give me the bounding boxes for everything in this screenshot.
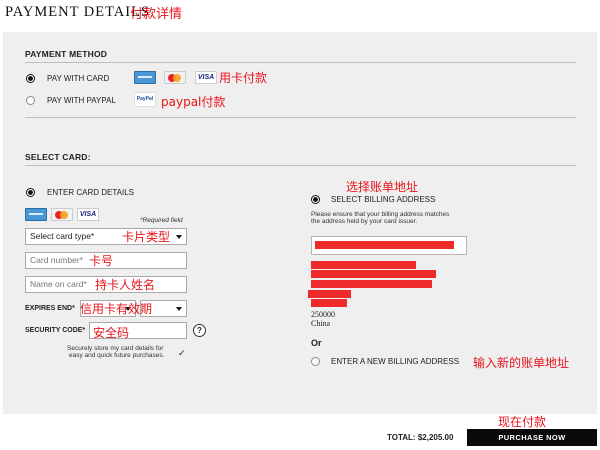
expires-end-annotation: 信用卡有效期: [80, 302, 153, 316]
billing-notice-line1: Please ensure that your billing address …: [311, 211, 450, 218]
pay-with-paypal-radio[interactable]: [26, 96, 35, 105]
billing-address-select[interactable]: [311, 236, 467, 255]
amex-icon: [134, 71, 156, 84]
pay-with-card-label[interactable]: PAY WITH CARD: [47, 74, 109, 83]
new-billing-address-radio[interactable]: [311, 357, 320, 366]
redacted-address: [308, 290, 351, 298]
purchase-now-button[interactable]: PURCHASE NOW: [467, 429, 597, 446]
enter-card-details-radio[interactable]: [26, 188, 35, 197]
chevron-down-icon: [176, 307, 182, 311]
enter-card-details-label[interactable]: ENTER CARD DETAILS: [47, 188, 134, 197]
select-billing-address-label[interactable]: SELECT BILLING ADDRESS: [331, 195, 435, 204]
page-title: PAYMENT DETAILS: [5, 4, 151, 20]
store-card-note-line1: Securely store my card details for: [67, 345, 164, 352]
redacted-address: [311, 299, 347, 307]
help-icon[interactable]: ?: [193, 324, 206, 337]
pay-with-paypal-annotation: paypal付款: [161, 95, 226, 109]
redacted-address: [311, 261, 416, 269]
divider: [25, 62, 576, 63]
mastercard-icon: [164, 71, 186, 84]
pay-with-card-radio[interactable]: [26, 74, 35, 83]
required-field-note: *Required field: [140, 217, 183, 224]
store-card-checkbox[interactable]: ✓: [178, 348, 186, 359]
country: China: [311, 319, 331, 328]
pay-with-paypal-label[interactable]: PAY WITH PAYPAL: [47, 96, 116, 105]
divider: [25, 165, 576, 166]
divider: [25, 117, 576, 118]
payment-method-heading: PAYMENT METHOD: [25, 49, 108, 59]
select-billing-address-radio[interactable]: [311, 195, 320, 204]
redacted-address: [315, 241, 454, 249]
purchase-annotation: 现在付款: [498, 415, 547, 429]
select-card-heading: SELECT CARD:: [25, 152, 91, 162]
mastercard-icon: [51, 208, 73, 221]
store-card-note-line2: easy and quick future purchases.: [69, 352, 165, 359]
visa-icon: VISA: [195, 71, 217, 84]
visa-icon: VISA: [77, 208, 99, 221]
pay-with-card-annotation: 用卡付款: [219, 71, 268, 85]
card-type-value: Select card type*: [30, 231, 95, 241]
card-type-annotation: 卡片类型: [122, 230, 171, 244]
page-title-annotation: 付款详情: [130, 7, 183, 22]
redacted-address: [311, 280, 432, 288]
or-separator: Or: [311, 338, 322, 348]
security-code-label: SECURITY CODE*: [25, 327, 86, 334]
paypal-icon: PayPal: [134, 92, 156, 107]
card-number-annotation: 卡号: [89, 254, 114, 268]
security-code-annotation: 安全码: [93, 326, 130, 340]
chevron-down-icon: [176, 235, 182, 239]
new-billing-address-label[interactable]: ENTER A NEW BILLING ADDRESS: [331, 357, 459, 366]
total-label: TOTAL: $2,205.00: [387, 433, 453, 442]
total-value: $2,205.00: [417, 433, 454, 442]
total-label-text: TOTAL:: [387, 433, 416, 442]
amex-icon: [25, 208, 47, 221]
new-billing-address-annotation: 输入新的账单地址: [473, 356, 570, 370]
card-number-placeholder: Card number*: [30, 255, 83, 265]
redacted-address: [311, 270, 436, 278]
name-on-card-placeholder: Name on card*: [30, 279, 87, 289]
billing-address-annotation: 选择账单地址: [346, 180, 419, 194]
name-on-card-annotation: 持卡人姓名: [95, 278, 156, 292]
billing-notice-line2: the address held by your card issuer.: [311, 218, 418, 225]
expires-end-label: EXPIRES END*: [25, 305, 75, 312]
postal-code: 250000: [311, 310, 335, 319]
